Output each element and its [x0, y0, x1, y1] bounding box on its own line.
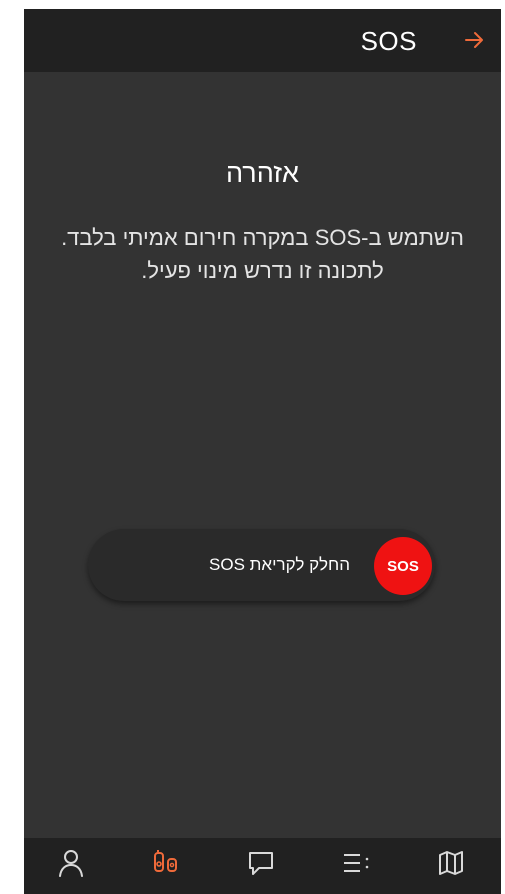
nav-map[interactable] — [436, 850, 466, 880]
nav-profile[interactable] — [56, 849, 86, 882]
app-bar: SOS — [24, 9, 501, 72]
arrow-right-icon[interactable] — [463, 29, 485, 51]
map-icon — [437, 849, 465, 882]
nav-devices[interactable] — [151, 849, 181, 882]
nav-chat[interactable] — [246, 850, 276, 880]
profile-icon — [58, 849, 84, 882]
sos-slider[interactable]: החלק לקריאת SOS SOS — [88, 529, 435, 601]
warning-title: אזהרה — [226, 158, 299, 188]
chat-icon — [247, 849, 275, 882]
nav-menu[interactable] — [341, 850, 371, 880]
phone-screen: SOS אזהרה השתמש ב-SOS במקרה חירום אמיתי … — [24, 9, 501, 894]
bottom-nav — [24, 838, 501, 894]
page-title: SOS — [360, 26, 417, 56]
slider-label: החלק לקריאת SOS — [209, 555, 350, 574]
menu-icon — [341, 849, 371, 882]
warning-message: השתמש ב-SOS במקרה חירום אמיתי בלבד. לתכו… — [61, 225, 464, 283]
sos-button[interactable]: SOS — [374, 537, 432, 595]
devices-icon — [151, 849, 181, 882]
